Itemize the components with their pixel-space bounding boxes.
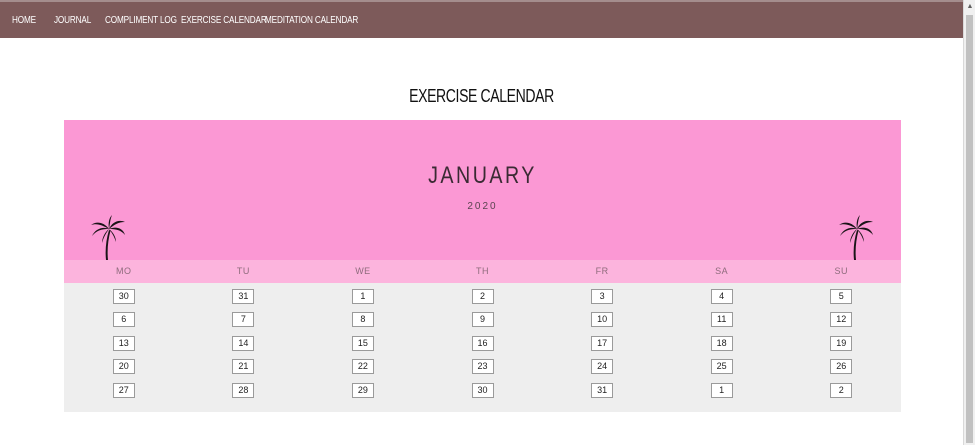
day-button[interactable]: 18 [710, 336, 733, 351]
weekday-label: TH [476, 266, 490, 276]
day-button[interactable]: 17 [591, 336, 614, 351]
day-button[interactable]: 9 [471, 312, 494, 327]
day-button[interactable]: 27 [112, 383, 135, 398]
day-button[interactable]: 20 [112, 359, 135, 374]
nav-compliment-log[interactable]: COMPLIMENT LOG [105, 15, 177, 26]
day-button[interactable]: 2 [471, 289, 494, 304]
day-button[interactable]: 21 [232, 359, 255, 374]
calendar-month: JANUARY [428, 162, 537, 189]
calendar-header [64, 120, 901, 260]
day-button[interactable]: 3 [591, 289, 614, 304]
day-button[interactable]: 8 [351, 312, 374, 327]
day-button[interactable]: 31 [591, 383, 614, 398]
weekday-label: FR [595, 266, 609, 276]
day-button[interactable]: 13 [112, 336, 135, 351]
nav-journal[interactable]: JOURNAL [54, 15, 91, 26]
weekday-label: TU [236, 266, 250, 276]
calendar-grid: 30 31 1 2 3 4 5 6 7 8 9 10 11 12 13 14 1… [64, 283, 901, 412]
day-button[interactable]: 10 [591, 312, 614, 327]
day-button[interactable]: 7 [232, 312, 255, 327]
day-button[interactable]: 28 [232, 383, 255, 398]
calendar-year: 2020 [467, 201, 498, 212]
day-button[interactable]: 1 [351, 289, 374, 304]
palm-tree-icon [91, 215, 125, 260]
weekday-label: SA [715, 266, 729, 276]
weekday-label: WE [355, 266, 371, 276]
day-button[interactable]: 16 [471, 336, 494, 351]
day-button[interactable]: 2 [830, 383, 853, 398]
day-button[interactable]: 23 [471, 359, 494, 374]
day-button[interactable]: 11 [710, 312, 733, 327]
day-button[interactable]: 19 [830, 336, 853, 351]
day-button[interactable]: 4 [710, 289, 733, 304]
calendar-week-row: 13 14 15 16 17 18 19 [64, 336, 901, 351]
calendar-week-row: 20 21 22 23 24 25 26 [64, 359, 901, 374]
day-button[interactable]: 15 [351, 336, 374, 351]
top-nav-bar: HOME JOURNAL COMPLIMENT LOG EXERCISE CAL… [0, 0, 963, 38]
day-button[interactable]: 14 [232, 336, 255, 351]
day-button[interactable]: 26 [830, 359, 853, 374]
day-button[interactable]: 30 [471, 383, 494, 398]
vertical-scrollbar[interactable]: ▲ [963, 0, 975, 445]
nav-meditation-calendar[interactable]: MEDITATION CALENDAR [265, 15, 358, 26]
calendar-week-row: 30 31 1 2 3 4 5 [64, 289, 901, 304]
palm-tree-icon [839, 215, 873, 260]
weekday-header-row: MO TU WE TH FR SA SU [64, 260, 901, 283]
day-button[interactable]: 25 [710, 359, 733, 374]
day-button[interactable]: 6 [112, 312, 135, 327]
scroll-up-icon[interactable]: ▲ [965, 2, 975, 12]
page-title: EXERCISE CALENDAR [409, 86, 554, 106]
day-button[interactable]: 31 [232, 289, 255, 304]
weekday-label: SU [834, 266, 849, 276]
weekday-label: MO [116, 266, 132, 276]
nav-home[interactable]: HOME [12, 15, 36, 26]
day-button[interactable]: 30 [112, 289, 135, 304]
nav-exercise-calendar[interactable]: EXERCISE CALENDAR [181, 15, 267, 26]
day-button[interactable]: 5 [830, 289, 853, 304]
day-button[interactable]: 1 [710, 383, 733, 398]
scrollbar-thumb[interactable] [966, 15, 973, 443]
day-button[interactable]: 29 [351, 383, 374, 398]
calendar-week-row: 6 7 8 9 10 11 12 [64, 312, 901, 327]
day-button[interactable]: 22 [351, 359, 374, 374]
day-button[interactable]: 24 [591, 359, 614, 374]
calendar-week-row: 27 28 29 30 31 1 2 [64, 383, 901, 398]
day-button[interactable]: 12 [830, 312, 853, 327]
